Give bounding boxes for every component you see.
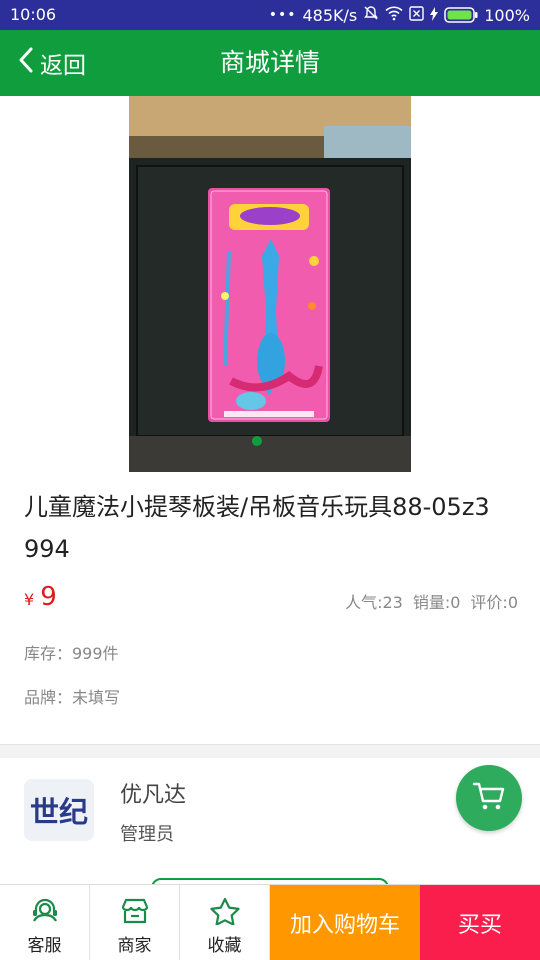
favorite-tab[interactable]: 收藏 bbox=[180, 885, 270, 960]
sim-off-icon bbox=[409, 5, 424, 25]
merchant-label: 商家 bbox=[117, 936, 152, 956]
popularity-count: 人气:23 bbox=[345, 593, 403, 612]
buy-now-button[interactable]: 买买 bbox=[420, 885, 540, 960]
battery-percent: 100% bbox=[484, 5, 530, 25]
sales-count: 销量:0 bbox=[412, 593, 461, 612]
shop-name[interactable]: 优凡达 bbox=[120, 777, 186, 809]
price-value: 9 bbox=[40, 582, 57, 612]
merchant-tab[interactable]: 商家 bbox=[90, 885, 180, 960]
mute-bell-icon bbox=[363, 5, 379, 25]
status-indicators: ••• 485K/s 100% bbox=[269, 5, 530, 25]
brand-info: 品牌：未填写 bbox=[24, 688, 121, 707]
shopping-cart-icon bbox=[472, 781, 506, 815]
status-bar: 10:06 ••• 485K/s 100% bbox=[0, 0, 540, 30]
add-to-cart-button[interactable]: 加入购物车 bbox=[270, 885, 420, 960]
headset-icon bbox=[29, 897, 61, 929]
bottom-action-bar: 客服 商家 收藏 加入购物车 买买 bbox=[0, 884, 540, 960]
cart-button[interactable] bbox=[456, 765, 522, 831]
section-divider bbox=[0, 744, 540, 758]
price-currency-symbol: ¥ bbox=[24, 590, 35, 609]
customer-service-tab[interactable]: 客服 bbox=[0, 885, 90, 960]
product-image-carousel[interactable] bbox=[0, 96, 540, 472]
status-time: 10:06 bbox=[10, 5, 57, 24]
star-icon bbox=[209, 897, 241, 929]
shop-role: 管理员 bbox=[120, 824, 174, 845]
more-dots-icon: ••• bbox=[268, 7, 297, 23]
product-photo bbox=[129, 96, 411, 472]
product-title: 儿童魔法小提琴板装/吊板音乐玩具88-05z3 994 bbox=[24, 493, 490, 563]
product-stats: 人气:23 销量:0 评价:0 bbox=[345, 589, 518, 613]
store-icon bbox=[119, 897, 151, 929]
stock-info: 库存：999件 bbox=[24, 644, 119, 663]
shop-logo[interactable]: 世纪 bbox=[24, 779, 94, 841]
carousel-indicator-dot[interactable] bbox=[252, 436, 262, 446]
customer-service-label: 客服 bbox=[27, 936, 62, 956]
review-count: 评价:0 bbox=[470, 593, 518, 612]
wifi-icon bbox=[385, 5, 403, 25]
app-header: 返回 商城详情 bbox=[0, 30, 540, 96]
network-speed: 485K/s bbox=[302, 5, 358, 25]
page-title: 商城详情 bbox=[219, 48, 320, 77]
product-detail-page: 10:06 ••• 485K/s 100% 返回 商城详情 儿童魔法小提琴板装/… bbox=[0, 0, 540, 960]
favorite-label: 收藏 bbox=[207, 936, 242, 956]
battery-icon bbox=[444, 7, 478, 23]
charging-icon bbox=[430, 6, 439, 25]
product-price: ¥9 bbox=[24, 582, 57, 612]
